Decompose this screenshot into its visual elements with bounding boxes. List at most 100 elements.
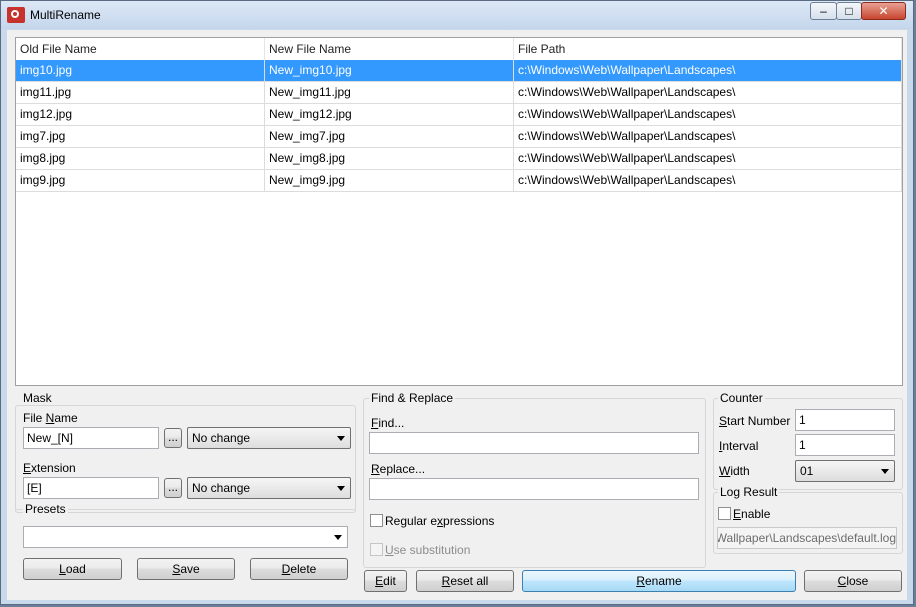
app-logo-icon <box>7 7 25 23</box>
width-label: Width <box>719 464 750 478</box>
extension-mask-input[interactable]: [E] <box>23 477 159 499</box>
file-name-case-select[interactable]: No change <box>187 427 351 449</box>
find-replace-title: Find & Replace <box>369 391 456 405</box>
replace-label: Replace... <box>371 462 425 476</box>
new-file-name-cell: New_img9.jpg <box>265 170 514 191</box>
start-number-label: Start Number <box>719 414 790 428</box>
grid-header: Old File Name New File Name File Path <box>16 38 902 60</box>
chevron-down-icon <box>881 469 889 474</box>
edit-accel: E <box>375 574 384 588</box>
file-name-label-text: File <box>23 411 46 425</box>
column-header-old-file-name[interactable]: Old File Name <box>16 38 265 60</box>
file-path-cell: c:\Windows\Web\Wallpaper\Landscapes\ <box>514 82 902 103</box>
extension-case-select[interactable]: No change <box>187 477 351 499</box>
width-select[interactable]: 01 <box>795 460 895 482</box>
new-file-name-cell: New_img7.jpg <box>265 126 514 147</box>
replace-accel: R <box>371 462 380 476</box>
extension-label: Extension <box>23 461 76 475</box>
old-file-name-cell: img9.jpg <box>16 170 265 191</box>
log-file-path-input[interactable]: Wallpaper\Landscapes\default.log <box>717 527 897 549</box>
dialog-client-area: Old File Name New File Name File Path im… <box>7 30 907 600</box>
use-substitution-checkbox[interactable] <box>370 543 383 556</box>
mask-group-title: Mask <box>21 391 54 405</box>
edit-label: dit <box>383 574 396 588</box>
replace-input[interactable] <box>369 478 699 500</box>
enable-accel: E <box>733 507 742 521</box>
find-input[interactable] <box>369 432 699 454</box>
delete-preset-button[interactable]: Delete <box>250 558 348 580</box>
table-row[interactable]: img7.jpg New_img7.jpg c:\Windows\Web\Wal… <box>16 126 902 148</box>
title-bar[interactable]: MultiRename – □ ✕ <box>1 1 913 29</box>
old-file-name-cell: img10.jpg <box>16 60 265 81</box>
file-name-case-value: No change <box>192 431 251 445</box>
column-header-new-file-name[interactable]: New File Name <box>265 38 514 60</box>
subst-label-text: se substitution <box>393 543 471 557</box>
width-value: 01 <box>800 464 814 478</box>
start-number-input[interactable]: 1 <box>795 409 895 431</box>
width-accel: W <box>719 464 731 478</box>
load-preset-button[interactable]: Load <box>23 558 122 580</box>
save-preset-button[interactable]: Save <box>137 558 235 580</box>
maximize-icon: □ <box>845 4 853 18</box>
minimize-icon: – <box>820 4 827 18</box>
presets-select[interactable] <box>23 526 348 548</box>
close-window-button[interactable]: ✕ <box>861 2 906 20</box>
minimize-button[interactable]: – <box>810 2 837 20</box>
extension-case-value: No change <box>192 481 251 495</box>
edit-button[interactable]: Edit <box>364 570 407 592</box>
file-path-cell: c:\Windows\Web\Wallpaper\Landscapes\ <box>514 148 902 169</box>
delete-accel: D <box>281 562 291 576</box>
file-name-label: File Name <box>23 411 78 425</box>
extension-label-text: xtension <box>31 461 76 475</box>
width-label-text: idth <box>730 464 750 478</box>
enable-log-label[interactable]: Enable <box>733 507 770 521</box>
reset-accel: R <box>441 574 451 588</box>
table-row[interactable]: img10.jpg New_img10.jpg c:\Windows\Web\W… <box>16 60 902 82</box>
start-label-text: tart Number <box>727 414 791 428</box>
regular-expressions-checkbox[interactable] <box>370 514 383 527</box>
replace-label-text: eplace... <box>379 462 426 476</box>
file-path-cell: c:\Windows\Web\Wallpaper\Landscapes\ <box>514 170 902 191</box>
save-label: ave <box>180 562 200 576</box>
enable-log-checkbox[interactable] <box>718 507 731 520</box>
column-header-file-path[interactable]: File Path <box>514 38 902 60</box>
regular-expressions-label[interactable]: Regular expressions <box>385 514 494 528</box>
table-row[interactable]: img8.jpg New_img8.jpg c:\Windows\Web\Wal… <box>16 148 902 170</box>
delete-label: elete <box>290 562 317 576</box>
multirename-window: MultiRename – □ ✕ Old File Name New File… <box>0 0 914 605</box>
chevron-down-icon <box>337 436 345 441</box>
interval-label: Interval <box>719 439 758 453</box>
close-label: lose <box>846 574 869 588</box>
find-label-text: ind... <box>378 416 405 430</box>
file-name-mask-input[interactable]: New_[N] <box>23 427 159 449</box>
new-file-name-cell: New_img10.jpg <box>265 60 514 81</box>
close-button[interactable]: Close <box>804 570 902 592</box>
table-row[interactable]: img9.jpg New_img9.jpg c:\Windows\Web\Wal… <box>16 170 902 192</box>
regex-label-text: pressions <box>443 514 495 528</box>
file-path-cell: c:\Windows\Web\Wallpaper\Landscapes\ <box>514 60 902 81</box>
window-title: MultiRename <box>30 8 101 22</box>
table-row[interactable]: img11.jpg New_img11.jpg c:\Windows\Web\W… <box>16 82 902 104</box>
interval-input[interactable]: 1 <box>795 434 895 456</box>
chevron-down-icon <box>334 535 342 540</box>
maximize-button[interactable]: □ <box>836 2 862 20</box>
log-result-title: Log Result <box>718 485 780 499</box>
load-label: oad <box>65 562 86 576</box>
start-accel: S <box>719 414 728 428</box>
new-file-name-cell: New_img11.jpg <box>265 82 514 103</box>
use-substitution-label[interactable]: Use substitution <box>385 543 470 557</box>
file-grid[interactable]: Old File Name New File Name File Path im… <box>15 37 903 386</box>
extension-mask-menu-button[interactable]: ... <box>164 478 182 498</box>
find-label: Find... <box>371 416 404 430</box>
old-file-name-cell: img7.jpg <box>16 126 265 147</box>
chevron-down-icon <box>337 486 345 491</box>
table-row[interactable]: img12.jpg New_img12.jpg c:\Windows\Web\W… <box>16 104 902 126</box>
rename-button[interactable]: Rename <box>522 570 796 592</box>
old-file-name-cell: img11.jpg <box>16 82 265 103</box>
file-path-cell: c:\Windows\Web\Wallpaper\Landscapes\ <box>514 104 902 125</box>
old-file-name-cell: img8.jpg <box>16 148 265 169</box>
reset-all-button[interactable]: Reset all <box>416 570 514 592</box>
reset-label: eset all <box>450 574 489 588</box>
file-name-mask-menu-button[interactable]: ... <box>164 428 182 448</box>
presets-title: Presets <box>23 502 68 516</box>
